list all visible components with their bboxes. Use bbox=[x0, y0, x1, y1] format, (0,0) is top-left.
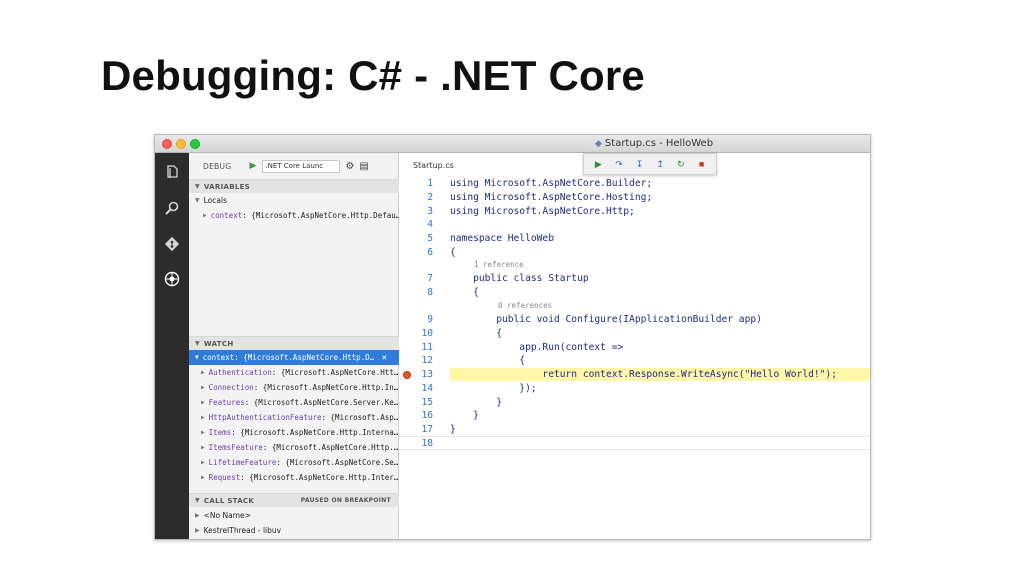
code-line: 7 public class Startup bbox=[427, 273, 589, 285]
launch-config-select[interactable]: .NET Core Launc bbox=[262, 159, 341, 173]
code-line: 2 using Microsoft.AspNetCore.Hosting; bbox=[427, 192, 653, 204]
chevron-down-icon: ▼ bbox=[195, 497, 200, 504]
watch-child-row[interactable]: ▶ Authentication: {Microsoft.AspNetCore.… bbox=[189, 365, 399, 380]
code-line: 12 { bbox=[421, 355, 526, 367]
code-editor[interactable]: Startup.cs ▶ ↷ ↧ ↥ ↻ ■ 1 using Microsoft.… bbox=[399, 153, 870, 539]
title-bar: ◆ Startup.cs - HelloWeb bbox=[155, 135, 870, 153]
watch-child-row[interactable]: ▶ LifetimeFeature: {Microsoft.AspNetCore… bbox=[189, 455, 399, 470]
code-line: 1 using Microsoft.AspNetCore.Builder; bbox=[427, 178, 653, 190]
remove-watch-icon[interactable]: ✕ bbox=[382, 353, 387, 363]
minimize-window-button[interactable] bbox=[176, 139, 186, 149]
stop-icon[interactable]: ■ bbox=[695, 159, 709, 169]
code-line: 6{ bbox=[427, 246, 456, 258]
chevron-right-icon: ▶ bbox=[201, 414, 205, 421]
code-line: 15 } bbox=[421, 396, 502, 408]
code-line: 17} bbox=[421, 423, 456, 435]
watch-child-row[interactable]: ▶ Connection: {Microsoft.AspNetCore.Http… bbox=[189, 380, 399, 395]
slide-title: Debugging: C# - .NET Core bbox=[101, 52, 645, 99]
code-line: 8 { bbox=[427, 287, 479, 299]
chevron-right-icon: ▶ bbox=[203, 212, 207, 219]
close-window-button[interactable] bbox=[162, 139, 172, 149]
debug-float-toolbar: ▶ ↷ ↧ ↥ ↻ ■ bbox=[583, 153, 717, 175]
locals-variable-row[interactable]: ▶ context: {Microsoft.AspNetCore.Http.De… bbox=[189, 208, 399, 223]
activity-bar bbox=[155, 153, 189, 539]
start-debugging-icon[interactable]: ▶ bbox=[249, 161, 256, 171]
variables-section-header[interactable]: ▼ VARIABLES bbox=[189, 179, 399, 193]
search-icon[interactable] bbox=[163, 199, 181, 217]
code-line: 3 using Microsoft.AspNetCore.Http; bbox=[427, 205, 635, 217]
callstack-frame[interactable]: ▶ <No Name> bbox=[189, 508, 399, 523]
chevron-down-icon: ▼ bbox=[195, 340, 200, 347]
codelens-references[interactable]: 0 references bbox=[498, 301, 552, 310]
chevron-right-icon: ▶ bbox=[201, 429, 205, 436]
chevron-right-icon: ▶ bbox=[195, 527, 200, 534]
step-over-icon[interactable]: ↷ bbox=[612, 159, 626, 170]
debug-icon[interactable] bbox=[163, 270, 181, 288]
editor-tab-startup[interactable]: Startup.cs bbox=[413, 161, 454, 170]
locals-scope[interactable]: ▼ Locals bbox=[189, 193, 399, 208]
chevron-down-icon: ▼ bbox=[195, 354, 199, 361]
chevron-right-icon: ▶ bbox=[201, 444, 205, 451]
codelens-references[interactable]: 1 reference bbox=[474, 260, 524, 269]
code-line: 10 { bbox=[421, 328, 502, 340]
code-line: 9 public void Configure(IApplicationBuil… bbox=[427, 314, 762, 326]
callstack-frame[interactable]: ▶ KestrelThread - libuv bbox=[189, 523, 399, 538]
chevron-right-icon: ▶ bbox=[201, 399, 205, 406]
watch-child-row[interactable]: ▶ Items: {Microsoft.AspNetCore.Http.Inte… bbox=[189, 425, 399, 440]
chevron-right-icon: ▶ bbox=[201, 369, 205, 376]
callstack-status: PAUSED ON BREAKPOINT bbox=[300, 497, 391, 504]
continue-icon[interactable]: ▶ bbox=[591, 159, 605, 170]
breakpoint-icon[interactable] bbox=[403, 370, 411, 379]
chevron-right-icon: ▶ bbox=[201, 459, 205, 466]
watch-item-row[interactable]: ▼ context: {Microsoft.AspNetCore.Http.D…… bbox=[189, 350, 399, 365]
code-line: 11 app.Run(context => bbox=[421, 341, 624, 353]
watch-section-header[interactable]: ▼ WATCH bbox=[189, 336, 399, 350]
chevron-right-icon: ▶ bbox=[201, 474, 205, 481]
debug-label: DEBUG bbox=[203, 161, 232, 171]
chevron-down-icon: ▼ bbox=[195, 197, 200, 204]
watch-child-row[interactable]: ▶ HttpAuthenticationFeature: {Microsoft.… bbox=[189, 410, 399, 425]
gear-icon[interactable]: ⚙ bbox=[345, 161, 354, 172]
git-icon[interactable] bbox=[163, 235, 181, 253]
window-title: ◆ Startup.cs - HelloWeb bbox=[595, 138, 714, 149]
debug-sidebar: DEBUG ▶ .NET Core Launc ⚙ ▤ ▼ VARIABLES … bbox=[189, 153, 399, 539]
files-icon[interactable] bbox=[163, 163, 181, 181]
step-out-icon[interactable]: ↥ bbox=[653, 159, 667, 170]
zoom-window-button[interactable] bbox=[190, 139, 200, 149]
vscode-window: ◆ Startup.cs - HelloWeb DEBUG ▶ .NET Core… bbox=[154, 134, 871, 540]
watch-child-row[interactable]: ▶ Features: {Microsoft.AspNetCore.Server… bbox=[189, 395, 399, 410]
chevron-right-icon: ▶ bbox=[195, 512, 200, 519]
watch-child-row[interactable]: ▶ ItemsFeature: {Microsoft.AspNetCore.Ht… bbox=[189, 440, 399, 455]
csharp-file-icon: ◆ bbox=[595, 139, 602, 149]
watch-child-row[interactable]: ▶ Request: {Microsoft.AspNetCore.Http.In… bbox=[189, 470, 399, 485]
code-line-breakpoint: 13 return context.Response.WriteAsync("H… bbox=[399, 368, 870, 382]
step-into-icon[interactable]: ↧ bbox=[633, 159, 647, 170]
chevron-down-icon: ▼ bbox=[195, 183, 200, 190]
code-line: 14 }); bbox=[421, 382, 537, 394]
code-line: 4 bbox=[427, 219, 433, 231]
chevron-right-icon: ▶ bbox=[201, 384, 205, 391]
code-line: 16 } bbox=[421, 410, 479, 422]
restart-icon[interactable]: ↻ bbox=[674, 159, 688, 170]
code-line: 5 namespace HelloWeb bbox=[427, 233, 554, 245]
code-line-cursor: 18 bbox=[399, 436, 870, 450]
callstack-section-header[interactable]: ▼ CALL STACK PAUSED ON BREAKPOINT bbox=[189, 493, 399, 507]
debug-toolbar: DEBUG ▶ .NET Core Launc ⚙ ▤ bbox=[189, 153, 399, 179]
debug-console-icon[interactable]: ▤ bbox=[359, 161, 368, 172]
